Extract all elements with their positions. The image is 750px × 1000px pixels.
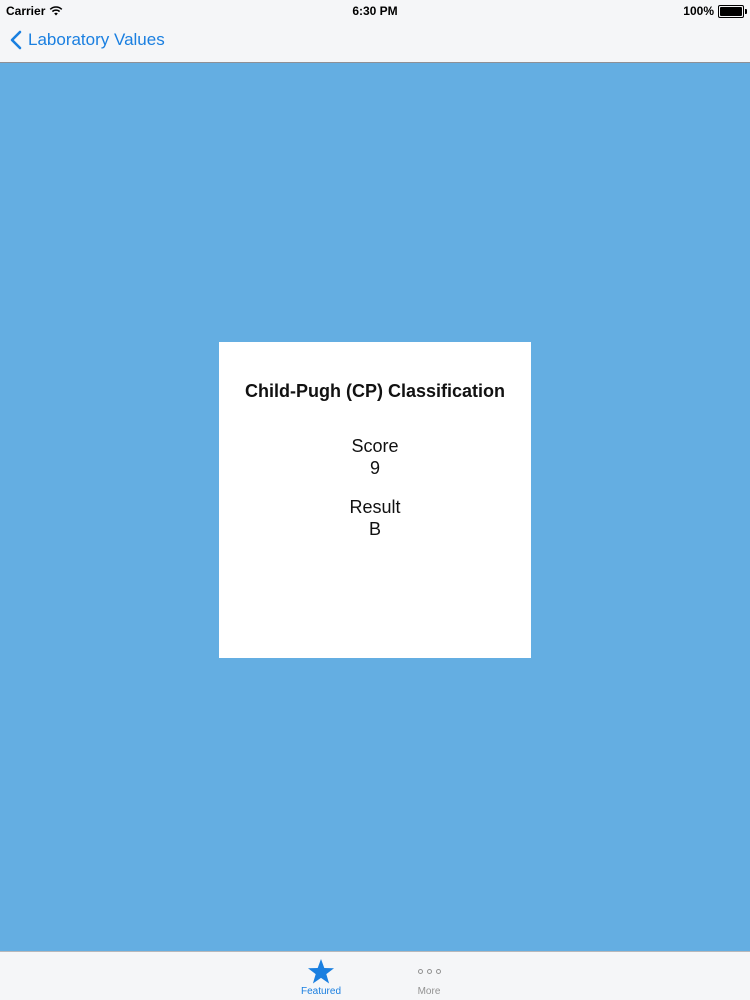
main-content: Child-Pugh (CP) Classification Score 9 R… — [0, 63, 750, 951]
battery-icon — [718, 4, 747, 18]
result-block: Result B — [219, 496, 531, 540]
back-button[interactable]: Laboratory Values — [10, 30, 165, 50]
tab-featured-label: Featured — [300, 986, 342, 997]
card-title: Child-Pugh (CP) Classification — [244, 381, 505, 401]
chevron-left-icon — [10, 30, 22, 50]
result-value: B — [368, 519, 381, 539]
back-button-label: Laboratory Values — [28, 30, 165, 49]
tab-more-label: More — [417, 986, 441, 997]
tab-bar: Featured More — [0, 951, 750, 1000]
tab-featured[interactable]: Featured — [281, 956, 361, 997]
navigation-bar: Laboratory Values — [0, 22, 750, 63]
status-time: 6:30 PM — [352, 4, 398, 18]
status-bar: Carrier 6:30 PM 100% — [0, 0, 750, 22]
result-card: Child-Pugh (CP) Classification Score 9 R… — [219, 342, 531, 658]
more-dots-icon — [417, 968, 441, 974]
score-label: Score — [351, 436, 399, 456]
score-value: 9 — [369, 458, 380, 478]
result-label: Result — [349, 497, 401, 517]
tab-more[interactable]: More — [389, 956, 469, 997]
score-block: Score 9 — [219, 435, 531, 479]
battery-indicator: 100% — [683, 4, 747, 18]
battery-percent: 100% — [683, 4, 714, 18]
star-icon — [308, 958, 334, 983]
